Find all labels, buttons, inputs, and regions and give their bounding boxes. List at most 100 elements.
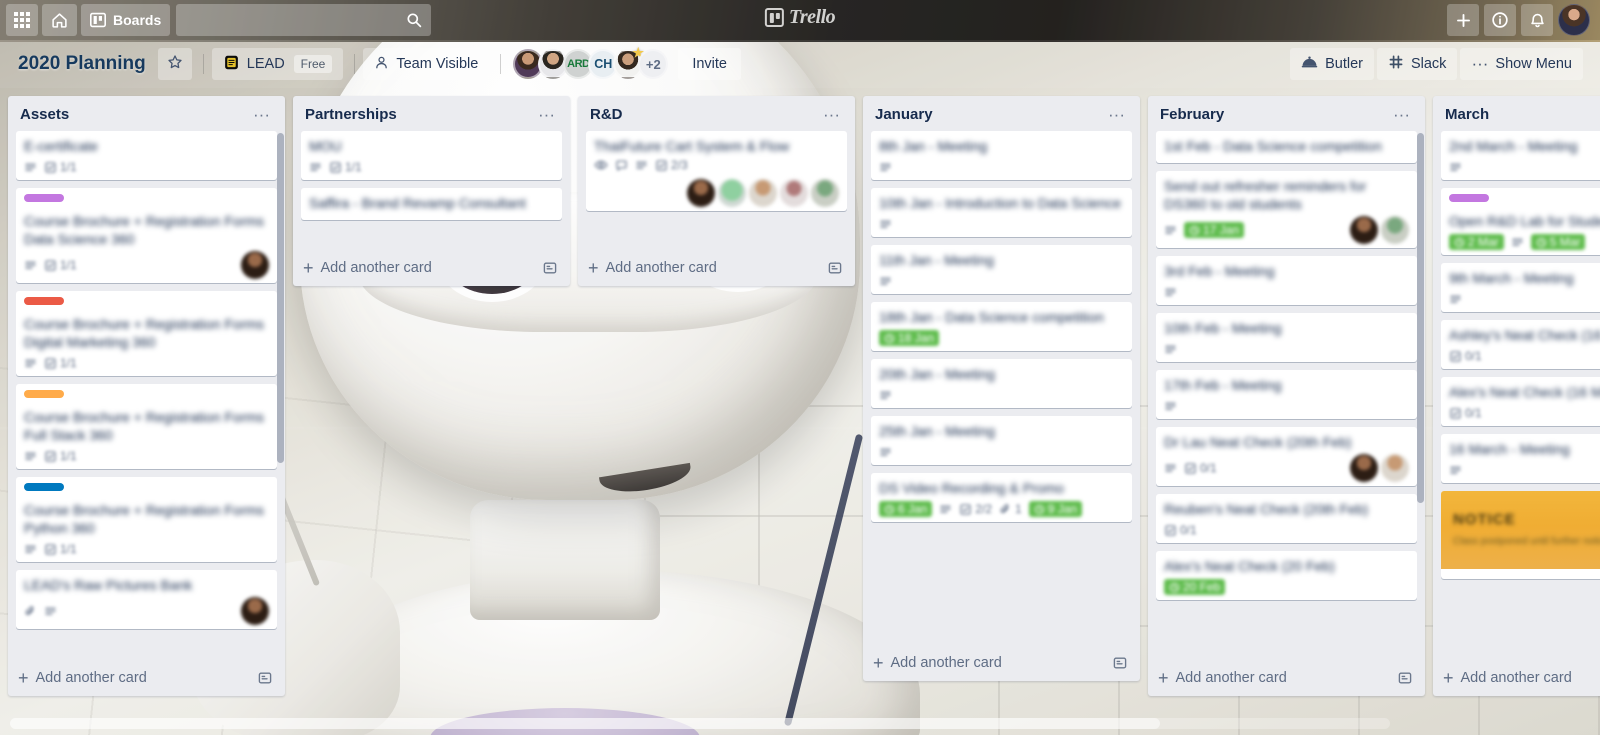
show-menu-button[interactable]: ··· Show Menu [1460,48,1583,80]
add-another-card-button[interactable]: + Add another card [8,662,285,696]
list-menu-button[interactable]: ··· [246,106,277,123]
card[interactable]: 9th March - Meeting [1441,263,1600,312]
card[interactable]: NOTICE Class postponed until further noti… [1441,491,1600,579]
list-title[interactable]: Partnerships [305,106,531,123]
card[interactable]: DS Video Recording & Promo 6 Jan 2/2 1 9 Jan [871,473,1132,522]
card-member-avatar[interactable] [687,179,715,207]
plus-icon: + [1158,668,1169,688]
card-member-avatar[interactable] [1350,216,1378,244]
add-button[interactable] [1447,4,1479,36]
list-title[interactable]: February [1160,106,1386,123]
card-member-avatar[interactable] [1381,216,1409,244]
user-avatar[interactable] [1558,4,1590,36]
trello-logo[interactable]: Trello [764,6,836,29]
information-button[interactable] [1484,4,1516,36]
add-another-card-button[interactable]: + Add another card [1433,662,1600,696]
card[interactable]: Alex's Neat Check (20 Feb) 20 Feb [1156,551,1417,600]
card[interactable]: E-certificate 1/1 [16,131,277,180]
list-menu-button[interactable]: ··· [816,106,847,123]
card-member-avatar[interactable] [811,179,839,207]
boards-button[interactable]: Boards [81,4,171,36]
board-horizontal-scrollbar-thumb[interactable] [10,718,1160,729]
card[interactable]: Saffira - Brand Revamp Consultant [301,188,562,220]
search-input[interactable] [176,4,432,36]
card[interactable]: Alex's Neat Check (16 March) 0/1 [1441,377,1600,426]
add-another-card-button[interactable]: + Add another card [1148,662,1425,696]
card[interactable]: Course Brochure + Registration Forms Dat… [16,188,277,283]
members-overflow-count[interactable]: +2 [638,49,669,79]
card-label[interactable] [24,390,64,398]
invite-button[interactable]: Invite [678,48,741,80]
card-label[interactable] [24,194,64,202]
card[interactable]: 10th Feb - Meeting [1156,313,1417,362]
card-member-avatar[interactable] [241,251,269,279]
add-another-card-button[interactable]: + Add another card [293,252,570,286]
list-menu-button[interactable]: ··· [1101,106,1132,123]
card[interactable]: 1st Feb - Data Science competition [1156,131,1417,163]
list-scrollbar[interactable] [1417,133,1424,503]
card-member-avatar[interactable] [1350,454,1378,482]
add-another-card-button[interactable]: + Add another card [578,252,855,286]
card[interactable]: Course Brochure + Registration Forms Dig… [16,291,277,376]
list-title[interactable]: January [875,106,1101,123]
slack-button[interactable]: Slack [1376,48,1458,80]
card-title: 8th Jan - Meeting [879,138,988,154]
card[interactable]: LEAD's Raw Pictures Bank [16,570,277,629]
card-template-icon[interactable] [1112,655,1128,671]
card[interactable]: MOU 1/1 [301,131,562,180]
card-member-avatar[interactable] [1381,454,1409,482]
list-menu-button[interactable]: ··· [1386,106,1417,123]
visibility-button[interactable]: Team Visible [363,48,490,80]
apps-grid-button[interactable] [6,4,38,36]
card[interactable]: 3rd Feb - Meeting [1156,256,1417,305]
card[interactable]: 17th Feb - Meeting [1156,370,1417,419]
card[interactable]: Dr Lau Neat Check (20th Feb) 0/1 [1156,427,1417,486]
list-scrollbar[interactable] [277,133,284,463]
card[interactable]: 18th Jan - Data Science competition 18 Ja… [871,302,1132,351]
list-title[interactable]: R&D [590,106,816,123]
card-label[interactable] [24,297,64,305]
card[interactable]: ThaiFuture Cart System & Flow 2/3 [586,131,847,211]
card[interactable]: 2nd March - Meeting [1441,131,1600,180]
team-button[interactable]: LEAD Free [211,48,344,80]
board-lists-canvas[interactable]: Assets ··· E-certificate 1/1 Course Brochure… [0,88,1600,735]
add-another-card-button[interactable]: + Add another card [863,647,1140,681]
card-member-avatar[interactable] [241,597,269,625]
search-icon[interactable] [404,10,424,30]
card[interactable]: Open R&D Lab for Students 2 Mar 5 Mar [1441,188,1600,255]
card[interactable]: 10th Jan - Introduction to Data Science [871,188,1132,237]
butler-button[interactable]: Butler [1290,48,1374,80]
card[interactable]: 25th Jan - Meeting [871,416,1132,465]
card[interactable]: Course Brochure + Registration Forms Pyt… [16,477,277,562]
star-board-button[interactable] [157,48,192,80]
card[interactable]: Send out refresher reminders for DS360 t… [1156,171,1417,248]
card-badges: 6 Jan 2/2 1 9 Jan [879,500,1124,518]
card-template-icon[interactable] [1397,670,1413,686]
card-template-icon[interactable] [542,260,558,276]
card-label[interactable] [24,483,64,491]
card-member-avatar[interactable] [718,179,746,207]
card-member-avatar[interactable] [780,179,808,207]
card[interactable]: Ashley's Neat Check (16 March) 0/1 [1441,320,1600,369]
card-template-icon[interactable] [257,670,273,686]
card[interactable]: 20th Jan - Meeting [871,359,1132,408]
card-template-icon[interactable] [827,260,843,276]
card-label[interactable] [1449,194,1489,202]
list-title[interactable]: March [1445,106,1600,123]
card[interactable]: 11th Jan - Meeting [871,245,1132,294]
card[interactable]: Reuben's Neat Check (20th Feb) 0/1 [1156,494,1417,543]
board-title[interactable]: 2020 Planning [8,53,156,75]
list-menu-button[interactable]: ··· [531,106,562,123]
card[interactable]: 16 March - Meeting [1441,434,1600,483]
board-horizontal-scrollbar[interactable] [10,718,1390,729]
notifications-button[interactable] [1521,4,1553,36]
card-badge-description [24,543,37,556]
card-member-avatar[interactable] [749,179,777,207]
card[interactable]: 8th Jan - Meeting [871,131,1132,180]
card-title: DS Video Recording & Promo [879,480,1064,496]
list-title[interactable]: Assets [20,106,246,123]
card[interactable]: Course Brochure + Registration Forms Ful… [16,384,277,469]
card-title: Course Brochure + Registration Forms Dig… [24,316,265,350]
card-badge-description [1164,224,1177,237]
home-button[interactable] [42,4,77,36]
